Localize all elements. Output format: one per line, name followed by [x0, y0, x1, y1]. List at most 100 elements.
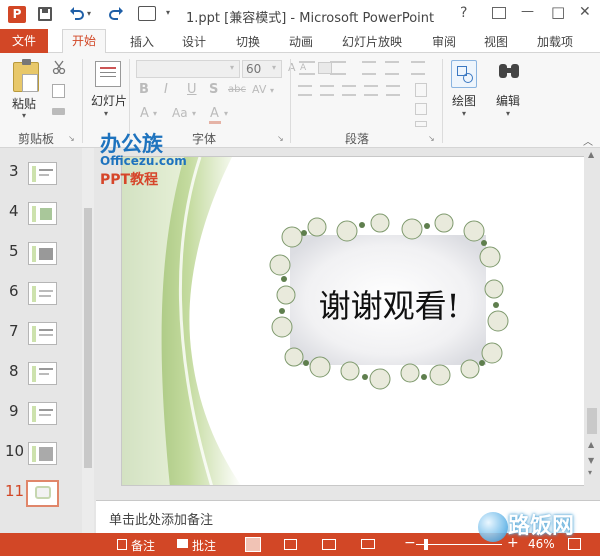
- binoculars-icon[interactable]: [497, 62, 521, 82]
- maximize-button[interactable]: □: [551, 3, 565, 21]
- justify-icon[interactable]: [364, 85, 378, 96]
- paste-icon[interactable]: [13, 59, 39, 92]
- strikethrough-button[interactable]: abc: [228, 84, 246, 95]
- character-spacing-button[interactable]: AV: [252, 83, 266, 96]
- tab-home[interactable]: 开始: [62, 29, 106, 54]
- zoom-slider-thumb[interactable]: [424, 539, 428, 550]
- slide-number: 6: [9, 282, 19, 300]
- slide-thumbnail[interactable]: [28, 362, 57, 385]
- tab-insert[interactable]: 插入: [130, 33, 154, 50]
- case-dropdown-icon[interactable]: ▾: [192, 109, 196, 118]
- globe-icon: [478, 512, 508, 542]
- format-painter-icon[interactable]: [52, 108, 65, 115]
- undo-icon[interactable]: [69, 5, 85, 21]
- font-color-button[interactable]: A: [210, 106, 219, 121]
- collapse-ribbon-icon[interactable]: ︿: [583, 133, 593, 148]
- new-slide-button[interactable]: 幻灯片: [91, 92, 127, 109]
- editing-button[interactable]: 编辑: [496, 92, 520, 109]
- tab-view[interactable]: 视图: [484, 33, 508, 50]
- title-bar: P ▾ ▾ 1.ppt [兼容模式] - Microsoft PowerPoin…: [0, 0, 600, 29]
- slide-title-text[interactable]: 谢谢观看!: [299, 281, 479, 327]
- comments-button[interactable]: 批注: [192, 537, 216, 554]
- ribbon-display-options-icon[interactable]: [492, 7, 506, 19]
- clipboard-launcher-icon[interactable]: ↘: [68, 134, 75, 143]
- undo-dropdown-icon[interactable]: ▾: [87, 9, 91, 18]
- powerpoint-app-icon[interactable]: P: [8, 6, 26, 23]
- tab-design[interactable]: 设计: [182, 33, 206, 50]
- align-right-icon[interactable]: [342, 85, 356, 96]
- slide-canvas[interactable]: 谢谢观看!: [121, 156, 589, 486]
- text-direction-icon[interactable]: [415, 83, 427, 97]
- font-name-combobox[interactable]: [136, 60, 240, 78]
- editing-dropdown-icon[interactable]: ▾: [506, 109, 510, 118]
- reading-view-icon[interactable]: [322, 539, 336, 550]
- drawing-shapes-icon[interactable]: [451, 60, 477, 88]
- font-size-dropdown-icon[interactable]: ▾: [272, 63, 276, 72]
- decrease-indent-icon[interactable]: [362, 61, 376, 75]
- drawing-button[interactable]: 绘图: [452, 92, 476, 109]
- paste-dropdown-icon[interactable]: ▾: [22, 111, 26, 120]
- font-color-dropdown-icon[interactable]: ▾: [224, 109, 228, 118]
- tab-slide-show[interactable]: 幻灯片放映: [342, 33, 402, 50]
- zoom-out-button[interactable]: −: [404, 535, 416, 551]
- new-slide-dropdown-icon[interactable]: ▾: [104, 109, 108, 118]
- paste-button[interactable]: 粘贴: [12, 95, 36, 112]
- minimize-button[interactable]: —: [521, 4, 534, 19]
- italic-button[interactable]: I: [164, 82, 168, 97]
- notes-icon[interactable]: [117, 539, 127, 550]
- tab-animations[interactable]: 动画: [289, 33, 313, 50]
- save-icon[interactable]: [38, 7, 52, 21]
- increase-indent-icon[interactable]: [385, 61, 399, 75]
- numbering-icon[interactable]: [330, 61, 346, 75]
- tab-addins[interactable]: 加载项: [537, 33, 573, 50]
- bullets-icon[interactable]: [299, 61, 315, 75]
- shadow-button[interactable]: S: [209, 82, 218, 97]
- start-from-beginning-icon[interactable]: [138, 6, 156, 21]
- paragraph-launcher-icon[interactable]: ↘: [428, 134, 435, 143]
- bold-button[interactable]: B: [139, 82, 149, 97]
- smartart-icon[interactable]: [415, 121, 427, 127]
- help-button[interactable]: ?: [460, 5, 467, 21]
- align-text-icon[interactable]: [415, 103, 427, 115]
- vertical-scrollbar[interactable]: ▲ ▲ ▼ ▾: [584, 148, 600, 500]
- slide-show-view-icon[interactable]: [361, 539, 375, 549]
- notes-toggle-button[interactable]: 备注: [131, 537, 155, 554]
- drawing-dropdown-icon[interactable]: ▾: [462, 109, 466, 118]
- normal-view-icon[interactable]: [245, 537, 261, 552]
- copy-icon[interactable]: [52, 84, 65, 98]
- slide-thumbnail[interactable]: [28, 242, 57, 265]
- change-case-dropdown-icon[interactable]: ▾: [153, 109, 157, 118]
- tab-review[interactable]: 审阅: [432, 33, 456, 50]
- new-slide-icon[interactable]: [95, 61, 121, 87]
- close-button[interactable]: ✕: [579, 4, 591, 20]
- change-case-button[interactable]: A: [140, 106, 149, 121]
- align-center-icon[interactable]: [320, 85, 334, 96]
- ribbon-tabs: 文件 开始 插入 设计 切换 动画 幻灯片放映 审阅 视图 加载项: [0, 29, 600, 54]
- notes-placeholder[interactable]: 单击此处添加备注: [109, 509, 213, 528]
- font-launcher-icon[interactable]: ↘: [277, 134, 284, 143]
- case-button[interactable]: Aa: [172, 106, 188, 120]
- customize-quick-access-icon[interactable]: ▾: [166, 8, 170, 17]
- slide-sorter-view-icon[interactable]: [284, 539, 297, 550]
- tab-file[interactable]: 文件: [0, 29, 48, 53]
- thumbnail-scrollbar[interactable]: [82, 148, 94, 533]
- comments-icon[interactable]: [177, 539, 188, 548]
- line-spacing-icon[interactable]: [411, 61, 425, 75]
- slide-thumbnail[interactable]: [28, 402, 57, 425]
- character-spacing-dropdown-icon[interactable]: ▾: [270, 86, 274, 95]
- slide-thumbnail[interactable]: [28, 162, 57, 185]
- redo-icon[interactable]: [108, 5, 124, 21]
- align-left-icon[interactable]: [298, 85, 312, 96]
- cut-icon[interactable]: [52, 60, 66, 74]
- columns-icon[interactable]: [386, 85, 400, 96]
- slide-thumbnail[interactable]: [28, 202, 57, 225]
- slide-thumbnail[interactable]: [28, 282, 57, 305]
- watermark-logo-text: 办公族: [100, 132, 163, 156]
- underline-button[interactable]: U: [187, 82, 197, 97]
- font-name-dropdown-icon[interactable]: ▾: [230, 63, 234, 72]
- slide-thumbnail[interactable]: [28, 442, 57, 465]
- slide-number-selected: 11: [5, 482, 25, 500]
- tab-transitions[interactable]: 切换: [236, 33, 260, 50]
- slide-thumbnail-selected[interactable]: [26, 480, 59, 507]
- slide-thumbnail[interactable]: [28, 322, 57, 345]
